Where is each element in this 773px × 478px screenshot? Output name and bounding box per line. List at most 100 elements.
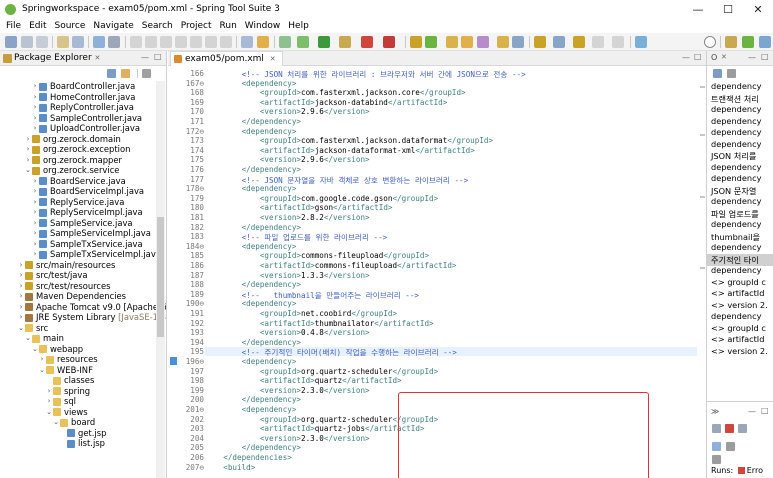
outline-item[interactable]: dependency [711,311,761,321]
chevron-right-icon[interactable]: › [31,113,39,124]
perspective-spring-icon[interactable] [742,36,754,48]
tree-item[interactable]: ⌄ src [0,323,160,334]
code-line[interactable]: <version>2.8.2</version> [205,213,370,222]
code-line[interactable]: <version>2.9.6</version> [205,155,370,164]
tree-item[interactable]: › spring [0,386,160,397]
tree-item[interactable]: › SampleServiceImpl.java [0,228,160,239]
tree-item[interactable]: classes [0,375,160,386]
code-line[interactable]: </dependency> [205,338,301,347]
chevron-down-icon[interactable]: ⌄ [38,365,46,376]
chevron-right-icon[interactable]: › [31,197,39,208]
tree-item[interactable]: › org.zerock.exception [0,144,160,155]
tree-item[interactable]: ⌄ org.zerock.service [0,165,160,176]
tree-item[interactable]: ⌄ webapp [0,344,160,355]
outline-item[interactable]: <> version 2. [711,300,768,310]
tree-item[interactable]: › BoardController.java [0,81,160,92]
chevron-down-icon[interactable]: ⌄ [24,333,32,344]
close-tab-icon[interactable]: ✕ [95,54,101,62]
tree-item[interactable]: › ReplyServiceImpl.java [0,207,160,218]
terminal-icon[interactable] [93,36,105,48]
search-icon[interactable] [534,36,546,48]
code-line[interactable]: </dependency> [205,223,301,232]
tree-item[interactable]: › org.zerock.domain [0,134,160,145]
search-icon[interactable] [704,36,716,48]
tree-item[interactable]: › src/test/resources [0,281,160,292]
maximize-button[interactable]: ☐ [713,0,743,19]
code-line[interactable]: </dependencies> [205,453,292,462]
boot-dashboard-icon[interactable] [279,36,291,48]
step-into-icon[interactable] [190,36,202,48]
chevron-right-icon[interactable]: › [31,186,39,197]
code-line[interactable]: <build> [205,463,255,472]
outline-item[interactable]: dependency [711,173,761,183]
step-over-icon[interactable] [205,36,217,48]
outline-item[interactable]: dependency [711,127,761,137]
new-icon[interactable] [5,36,17,48]
chevron-right-icon[interactable]: › [31,102,39,113]
spring-icon[interactable] [477,36,489,48]
code-line[interactable]: <artifactId>jackson-databind</artifactId… [205,98,447,107]
menu-edit[interactable]: Edit [25,19,50,33]
chevron-right-icon[interactable]: › [31,123,39,134]
chevron-right-icon[interactable]: › [45,386,53,397]
skip-icon[interactable] [130,36,142,48]
tree-item[interactable]: › ReplyService.java [0,197,160,208]
suspend-icon[interactable] [160,36,172,48]
tree-item[interactable]: › sql [0,396,160,407]
chevron-right-icon[interactable]: › [31,92,39,103]
coverage-icon[interactable] [339,36,351,48]
edit-icon[interactable] [497,36,509,48]
code-line[interactable]: </dependency> [205,443,301,452]
relaunch-icon[interactable] [383,36,395,48]
code-line[interactable]: <version>1.3.3</version> [205,271,370,280]
tree-item[interactable]: ⌄ views [0,407,160,418]
pin-icon[interactable] [612,36,624,48]
tree-item[interactable]: › Maven Dependencies [0,291,160,302]
open-task-icon[interactable] [446,36,458,48]
link-editor-icon[interactable] [121,69,130,78]
menu-project[interactable]: Project [177,19,216,33]
chevron-right-icon[interactable]: › [31,207,39,218]
junit-icon[interactable] [712,442,721,451]
tree-item[interactable]: › Apache Tomcat v9.0 [Apache Ton [0,302,166,313]
editor-overview-ruler[interactable] [698,66,706,478]
menu-search[interactable]: Search [138,19,177,33]
outline-item[interactable]: dependency [711,219,761,229]
chevron-right-icon[interactable]: › [17,291,25,302]
tree-item[interactable]: › UploadController.java [0,123,160,134]
close-tab-icon[interactable]: ✕ [721,53,727,61]
tree-item[interactable]: › BoardService.java [0,176,160,187]
code-line[interactable]: <groupId>commons-fileupload</groupId> [205,251,429,260]
code-line[interactable]: <artifactId>quartz</artifactId> [205,376,402,385]
chevron-right-icon[interactable]: › [31,228,39,239]
chevron-right-icon[interactable]: › [17,270,25,281]
outline-item[interactable]: 트랜잭션 처리 [711,93,759,105]
outline-item[interactable]: dependency [711,139,761,149]
rerun-icon[interactable] [738,424,747,433]
chevron-right-icon[interactable]: › [31,81,39,92]
view-menu-icon[interactable] [142,69,151,78]
outline-item[interactable]: dependency [711,242,761,252]
code-line[interactable]: <version>2.9.6</version> [205,107,370,116]
minimize-view-icon[interactable]: — [141,53,149,62]
code-line[interactable]: <dependency> [205,357,297,366]
code-line[interactable]: <dependency> [205,127,297,136]
stop-icon[interactable] [361,36,373,48]
code-area[interactable]: <!-- JSON 처리를 위한 라이브러리 : 브라우저와 서버 간에 JSO… [205,66,697,478]
code-line[interactable]: <artifactId>gson</artifactId> [205,203,393,212]
maximize-view-icon[interactable]: □ [761,406,769,415]
chevron-right-icon[interactable]: › [31,239,39,250]
console-icon[interactable] [72,36,84,48]
minimize-view-icon[interactable]: — [748,53,756,62]
package-explorer-tab[interactable]: Package Explorer ✕ — □ [0,51,166,66]
code-line[interactable]: <dependency> [205,242,297,251]
code-line[interactable]: </dependency> [205,395,301,404]
tree-item[interactable]: ⌄ WEB-INF [0,365,160,376]
code-line[interactable]: <groupId>org.quartz-scheduler</groupId> [205,415,438,424]
stop-icon[interactable] [726,442,735,451]
outline-item[interactable]: dependency [711,196,761,206]
forward-icon[interactable] [592,36,604,48]
code-line[interactable]: </dependency> [205,117,301,126]
tree-item[interactable]: › src/main/resources [0,260,160,271]
editor-tab-pom-xml[interactable]: exam05/pom.xml ✕ [170,51,283,66]
